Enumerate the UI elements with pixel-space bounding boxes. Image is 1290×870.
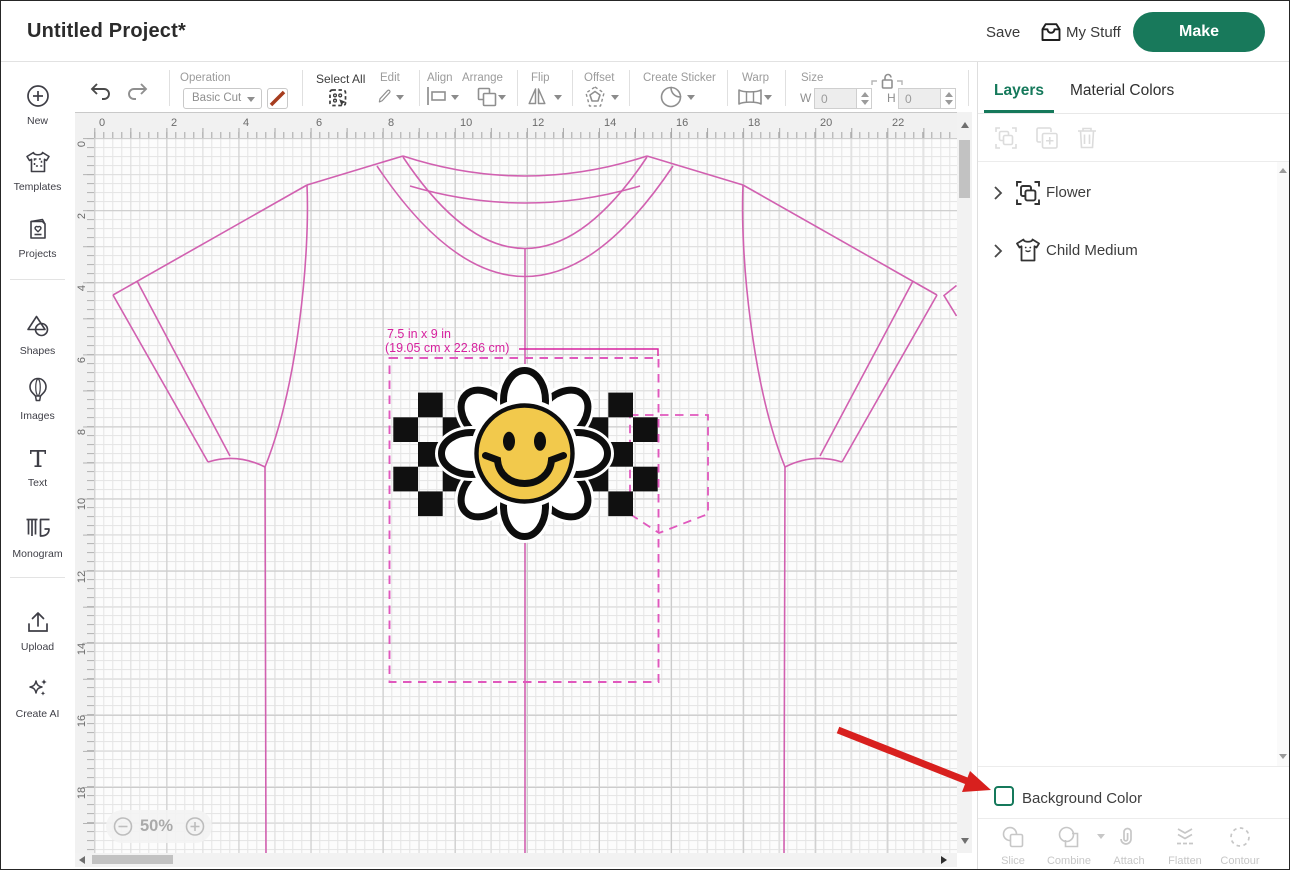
- svg-text:(19.05 cm x 22.86 cm): (19.05 cm x 22.86 cm): [385, 341, 509, 355]
- svg-text:7.5 in x 9 in: 7.5 in x 9 in: [387, 327, 451, 341]
